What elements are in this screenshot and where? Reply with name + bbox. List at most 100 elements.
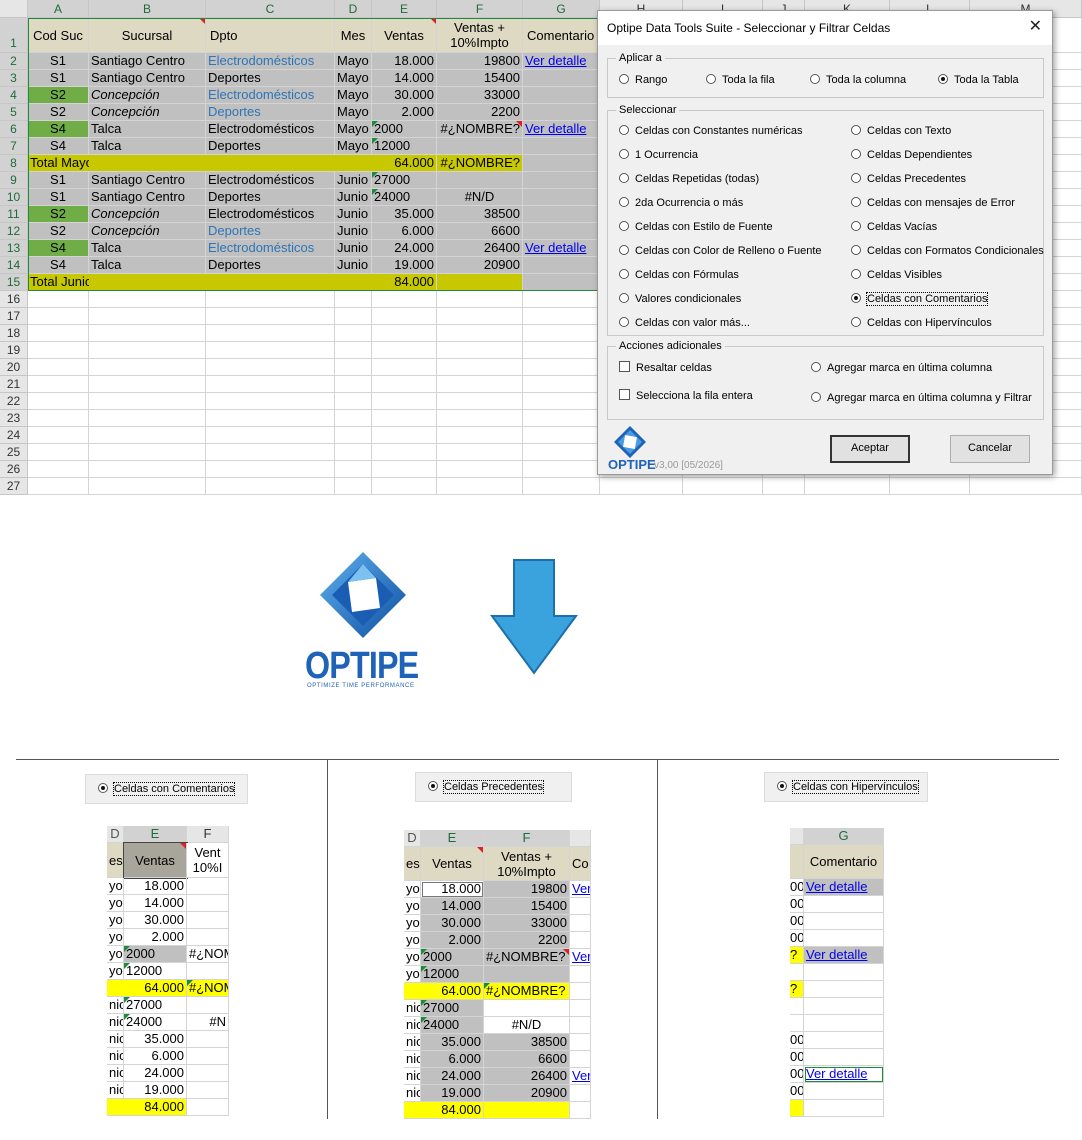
panel-cell-f[interactable]: 00 [790, 1032, 804, 1049]
panel-cell-e[interactable]: 24.000 [421, 1068, 484, 1085]
table-cell[interactable] [89, 155, 206, 172]
table-cell[interactable]: Electrodomésticos [206, 206, 335, 223]
cell[interactable] [523, 427, 600, 444]
select-option-left-6[interactable]: Celdas con Fórmulas [619, 268, 739, 282]
panel-cell-f[interactable]: 00 [790, 1049, 804, 1066]
row-header-13[interactable]: 13 [0, 240, 28, 257]
cell[interactable] [206, 376, 335, 393]
table-cell[interactable] [523, 70, 600, 87]
table-cell[interactable]: 64.000 [372, 155, 437, 172]
cell[interactable] [437, 393, 523, 410]
row-header-2[interactable]: 2 [0, 53, 28, 70]
apply-option-3[interactable]: Toda la Tabla [938, 73, 1019, 87]
panel-cell-d[interactable] [107, 1099, 124, 1116]
column-header-g[interactable] [570, 830, 591, 847]
panel-cell-f[interactable] [790, 1015, 804, 1032]
table-cell[interactable]: Total Junio [28, 274, 92, 291]
row-header-3[interactable]: 3 [0, 70, 28, 87]
panel-cell-e[interactable]: 12000 [124, 963, 187, 980]
panel-cell-e[interactable]: 12000 [421, 966, 484, 983]
radio-button[interactable] [811, 392, 821, 402]
table-cell[interactable]: Mayo [335, 70, 372, 87]
table-cell[interactable]: Deportes [206, 223, 335, 240]
radio-button[interactable] [98, 783, 108, 793]
header-ventas[interactable]: Ventas [372, 18, 437, 53]
panel-cell-f[interactable]: #N [187, 1014, 229, 1031]
panel-cell-e[interactable]: 14.000 [124, 895, 187, 912]
table-cell[interactable]: 19800 [437, 53, 523, 70]
cell[interactable] [335, 359, 372, 376]
row-header-1[interactable]: 1 [0, 18, 28, 53]
row-header-23[interactable]: 23 [0, 410, 28, 427]
cell[interactable] [372, 359, 437, 376]
panel-cell-g[interactable] [570, 1017, 591, 1034]
radio-button[interactable] [619, 221, 629, 231]
cell[interactable] [970, 478, 1082, 495]
row-header-17[interactable]: 17 [0, 308, 28, 325]
panel-cell-g[interactable] [804, 1049, 884, 1066]
table-cell[interactable]: Santiago Centro [89, 70, 206, 87]
table-cell[interactable]: Junio [335, 189, 372, 206]
panel-cell-g[interactable] [804, 913, 884, 930]
table-cell[interactable]: #¿NOMBRE? [437, 155, 523, 172]
table-cell[interactable]: S4 [28, 138, 89, 155]
cell[interactable] [523, 291, 600, 308]
table-cell[interactable]: 20900 [437, 257, 523, 274]
select-option-left-2[interactable]: Celdas Repetidas (todas) [619, 172, 759, 186]
cell[interactable] [523, 325, 600, 342]
close-icon[interactable]: ✕ [1029, 18, 1042, 36]
table-cell[interactable]: Junio [335, 257, 372, 274]
table-cell[interactable]: Mayo [335, 87, 372, 104]
panel-cell-f[interactable]: 33000 [484, 915, 570, 932]
panel-cell-d[interactable]: yo [107, 963, 124, 980]
cell[interactable] [28, 393, 89, 410]
column-header-f[interactable]: F [484, 830, 570, 847]
header-mes[interactable]: es [404, 847, 421, 881]
table-cell[interactable] [523, 274, 600, 291]
cell[interactable] [206, 308, 335, 325]
panel-cell-g[interactable] [804, 896, 884, 913]
table-cell[interactable]: 27000 [372, 172, 437, 189]
select-option-left-1[interactable]: 1 Ocurrencia [619, 148, 698, 162]
radio-button[interactable] [777, 781, 787, 791]
table-cell[interactable] [523, 155, 600, 172]
panel-cell-f[interactable]: 00 [790, 1066, 804, 1083]
table-cell[interactable]: S1 [28, 53, 89, 70]
cell[interactable] [437, 308, 523, 325]
table-cell[interactable]: Deportes [206, 138, 335, 155]
select-option-left-0[interactable]: Celdas con Constantes numéricas [619, 124, 803, 138]
header-comentario[interactable]: Comentario [804, 845, 884, 879]
accept-button[interactable]: Aceptar [830, 435, 910, 463]
cell[interactable] [683, 478, 763, 495]
panel-cell-f[interactable]: ? [790, 981, 804, 998]
cell[interactable] [89, 461, 206, 478]
panel-cell-f[interactable]: 00 [790, 913, 804, 930]
header-ventas_imp[interactable]: Ventas +10%Impto [437, 18, 523, 53]
column-header-f[interactable]: F [187, 826, 229, 843]
checkbox[interactable] [619, 361, 630, 372]
cell[interactable] [89, 325, 206, 342]
select-option-right-6[interactable]: Celdas Visibles [851, 268, 942, 282]
cell[interactable] [523, 359, 600, 376]
panel-cell-d[interactable]: yo [107, 946, 124, 963]
table-cell[interactable]: S4 [28, 121, 89, 138]
cell[interactable] [523, 478, 600, 495]
cell[interactable] [335, 308, 372, 325]
row-header-20[interactable]: 20 [0, 359, 28, 376]
table-cell[interactable]: 19.000 [372, 257, 437, 274]
panel-cell-d[interactable] [107, 980, 124, 997]
panel-cell-e[interactable]: 24000 [421, 1017, 484, 1034]
panel-cell-e[interactable]: 24000 [124, 1014, 187, 1031]
cell[interactable] [600, 478, 683, 495]
cell[interactable] [206, 478, 335, 495]
panel-cell-g[interactable]: Ver [570, 881, 591, 898]
table-cell[interactable]: 24.000 [372, 240, 437, 257]
radio-button[interactable] [706, 74, 716, 84]
table-cell[interactable]: Ver detalle [523, 53, 600, 70]
cell[interactable] [523, 342, 600, 359]
panel-cell-g[interactable]: Ver detalle [804, 947, 884, 964]
panel-cell-d[interactable]: nio [107, 1048, 124, 1065]
panel-cell-f[interactable]: 00 [790, 896, 804, 913]
cell[interactable] [523, 461, 600, 478]
header-comentario[interactable]: Co [570, 847, 591, 881]
